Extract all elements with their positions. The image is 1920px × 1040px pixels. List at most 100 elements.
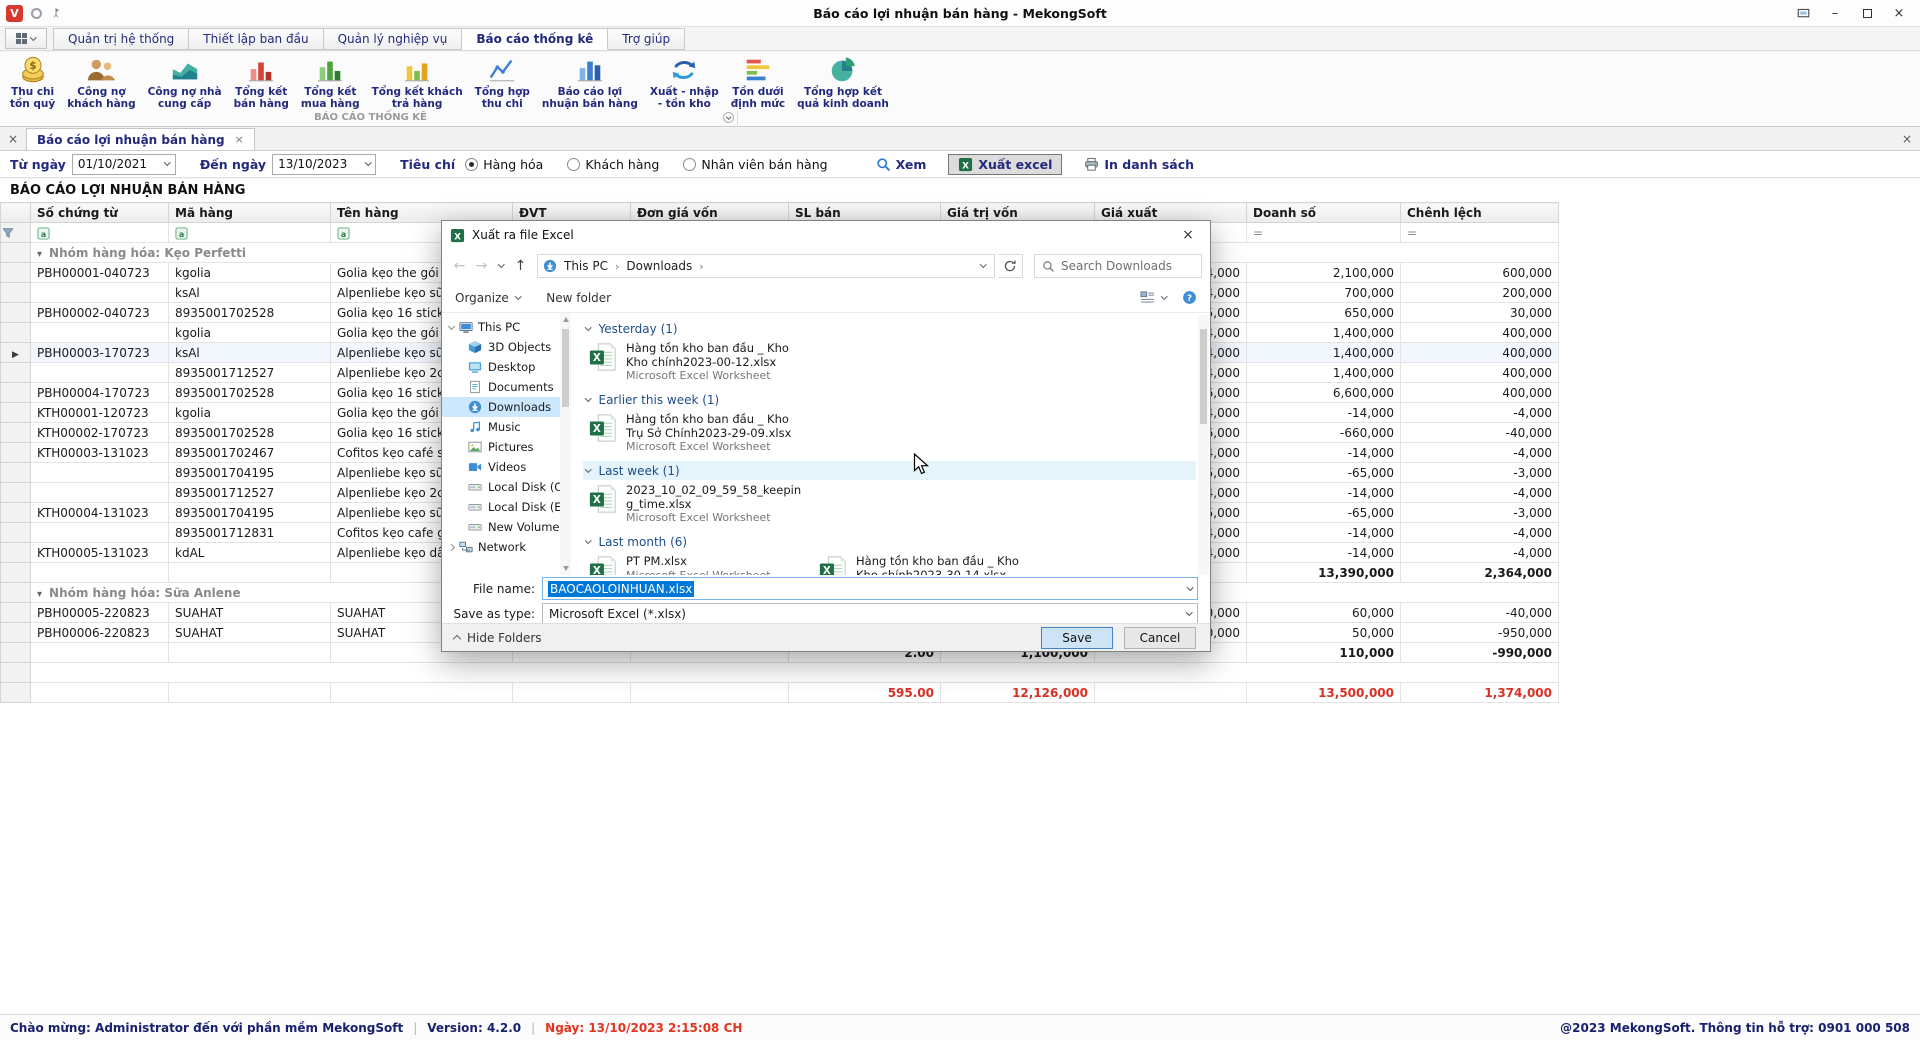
- ribbon-button[interactable]: Tổng kết kháchtrả hàng: [366, 54, 469, 111]
- hide-folders-button[interactable]: Hide Folders: [454, 631, 542, 645]
- fit-screen-icon[interactable]: [1788, 2, 1818, 24]
- tree-chevron-icon[interactable]: [448, 322, 455, 329]
- filter-cell[interactable]: a: [31, 223, 169, 243]
- dialog-title-bar[interactable]: X Xuất ra file Excel ×: [442, 221, 1210, 249]
- disk-icon: [468, 520, 482, 534]
- tree-chevron-icon[interactable]: [448, 543, 455, 550]
- column-header[interactable]: Mã hàng: [169, 203, 331, 223]
- ribbon-button[interactable]: Công nợkhách hàng: [61, 54, 141, 111]
- ribbon-tab[interactable]: Thiết lập ban đầu: [189, 28, 323, 50]
- column-header[interactable]: Số chứng từ: [31, 203, 169, 223]
- ribbon-button[interactable]: Tổng hợpthu chi: [469, 54, 536, 111]
- maximize-button[interactable]: [1852, 2, 1882, 24]
- report-filter-bar: Từ ngày 01/10/2021 Đến ngày 13/10/2023 T…: [0, 151, 1920, 178]
- group-dialog-launcher-icon[interactable]: [723, 112, 734, 123]
- filter-cell[interactable]: =: [1401, 223, 1559, 243]
- file-group: Last week (1) X 2023_10_02_09_59_58_keep…: [583, 461, 1196, 528]
- file-group-header[interactable]: Last week (1): [583, 461, 1196, 480]
- print-list-button[interactable]: In danh sách: [1074, 154, 1204, 175]
- sidebar-item[interactable]: This PC: [442, 317, 560, 337]
- close-tab-icon[interactable]: ×: [235, 133, 244, 146]
- ribbon-button[interactable]: Công nợ nhàcung cấp: [142, 54, 228, 111]
- bars-yellow-icon: [402, 55, 432, 85]
- save-button[interactable]: Save: [1041, 627, 1113, 649]
- file-list-scrollbar[interactable]: [1198, 315, 1209, 575]
- from-date-combo[interactable]: 01/10/2021: [72, 154, 176, 175]
- app-logo-icon: V: [6, 5, 23, 22]
- grid-menu-icon: [16, 33, 27, 44]
- pin-icon[interactable]: [50, 7, 62, 19]
- sidebar-item[interactable]: Music: [442, 417, 560, 437]
- file-item[interactable]: X Hàng tồn kho ban đầu _ Kho Trụ Sở Chín…: [588, 413, 806, 454]
- breadcrumb-item[interactable]: Downloads: [621, 259, 697, 273]
- ribbon-button[interactable]: Xuất - nhập- tồn kho: [644, 54, 725, 111]
- back-button[interactable]: ←: [450, 258, 469, 274]
- file-item[interactable]: X PT PM.xlsx Microsoft Excel Worksheet: [588, 555, 806, 575]
- ribbon-button[interactable]: Tổng kếtbán hàng: [228, 54, 295, 111]
- sidebar-item[interactable]: Local Disk (E:): [442, 497, 560, 517]
- ribbon-tab[interactable]: Quản lý nghiệp vụ: [324, 28, 463, 50]
- breadcrumb-item[interactable]: This PC: [559, 259, 613, 273]
- close-button[interactable]: ×: [1884, 2, 1914, 24]
- expand-arrow-icon[interactable]: ▾: [37, 589, 42, 600]
- file-item[interactable]: X Hàng tồn kho ban đầu _ Kho Kho chính20…: [588, 342, 806, 383]
- sidebar-item[interactable]: 3D Objects: [442, 337, 560, 357]
- file-item[interactable]: X 2023_10_02_09_59_58_keeping_time.xlsx …: [588, 484, 806, 525]
- view-button[interactable]: Xem: [866, 154, 937, 175]
- organize-button[interactable]: Organize: [455, 291, 520, 305]
- tab-strip-close-button[interactable]: ×: [1894, 128, 1920, 150]
- forward-button[interactable]: →: [472, 258, 491, 274]
- sidebar-item[interactable]: Pictures: [442, 437, 560, 457]
- sidebar-item[interactable]: New Volume (G:): [442, 517, 560, 537]
- filter-cell[interactable]: =: [1247, 223, 1401, 243]
- criteria-radio[interactable]: Nhân viên bán hàng: [683, 157, 827, 172]
- application-window: V Báo cáo lợi nhuận bán hàng - MekongSof…: [0, 0, 1920, 1040]
- cancel-button[interactable]: Cancel: [1124, 627, 1196, 649]
- criteria-radio[interactable]: Hàng hóa: [465, 157, 543, 172]
- sidebar-item[interactable]: Documents: [442, 377, 560, 397]
- ribbon-button[interactable]: Tổng kếtmua hàng: [295, 54, 366, 111]
- app-menu-button[interactable]: [5, 28, 47, 49]
- file-item[interactable]: X Hàng tồn kho ban đầu _ Kho Kho chính20…: [818, 555, 1036, 575]
- recent-locations-icon[interactable]: [494, 265, 508, 267]
- ribbon-tab[interactable]: Báo cáo thống kê: [462, 28, 608, 50]
- support-text: @2023 MekongSoft. Thông tin hỗ trợ: 0901…: [1560, 1021, 1910, 1035]
- ribbon-tab[interactable]: Trợ giúp: [608, 28, 685, 50]
- record-icon[interactable]: [31, 8, 42, 19]
- sidebar-item[interactable]: Network: [442, 537, 560, 557]
- criteria-radio[interactable]: Khách hàng: [567, 157, 659, 172]
- to-date-combo[interactable]: 13/10/2023: [272, 154, 376, 175]
- new-folder-button[interactable]: New folder: [546, 291, 611, 305]
- close-all-tabs-button[interactable]: ×: [0, 128, 26, 150]
- expand-arrow-icon[interactable]: ▾: [37, 249, 42, 260]
- file-group-header[interactable]: Earlier this week (1): [583, 390, 1196, 409]
- up-button[interactable]: ↑: [511, 258, 530, 274]
- address-dropdown-icon[interactable]: [981, 265, 990, 267]
- file-group-header[interactable]: Last month (6): [583, 532, 1196, 551]
- filter-cell[interactable]: a: [169, 223, 331, 243]
- help-icon[interactable]: ?: [1182, 290, 1197, 305]
- document-tab-active[interactable]: Báo cáo lợi nhuận bán hàng ×: [26, 128, 255, 150]
- ribbon-button[interactable]: Tồn dướiđịnh mức: [725, 54, 791, 111]
- minimize-button[interactable]: –: [1820, 2, 1850, 24]
- save-as-type-select[interactable]: Microsoft Excel (*.xlsx): [542, 603, 1198, 625]
- ribbon-button[interactable]: Báo cáo lợinhuận bán hàng: [536, 54, 644, 111]
- search-box[interactable]: Search Downloads: [1034, 254, 1202, 278]
- ribbon-button[interactable]: $ Thu chitồn quỹ: [4, 54, 61, 111]
- ribbon-button[interactable]: Tổng hợp kếtquả kinh doanh: [791, 54, 895, 111]
- ribbon-tab[interactable]: Quản trị hệ thống: [53, 28, 189, 50]
- dialog-close-button[interactable]: ×: [1166, 221, 1210, 249]
- sidebar-item[interactable]: Videos: [442, 457, 560, 477]
- file-group-header[interactable]: Yesterday (1): [583, 319, 1196, 338]
- file-name-input[interactable]: BAOCAOLOINHUAN.xlsx: [542, 577, 1198, 600]
- sidebar-item[interactable]: Desktop: [442, 357, 560, 377]
- column-header[interactable]: Chênh lệch: [1401, 203, 1559, 223]
- sidebar-item[interactable]: Local Disk (C:): [442, 477, 560, 497]
- export-excel-button[interactable]: X Xuất excel: [948, 154, 1062, 175]
- sidebar-scrollbar[interactable]: [560, 313, 571, 575]
- address-bar[interactable]: This PC›Downloads›: [537, 254, 995, 278]
- refresh-button[interactable]: [998, 254, 1023, 278]
- view-mode-button[interactable]: [1140, 290, 1167, 305]
- column-header[interactable]: Doanh số: [1247, 203, 1401, 223]
- sidebar-item[interactable]: Downloads: [442, 397, 560, 417]
